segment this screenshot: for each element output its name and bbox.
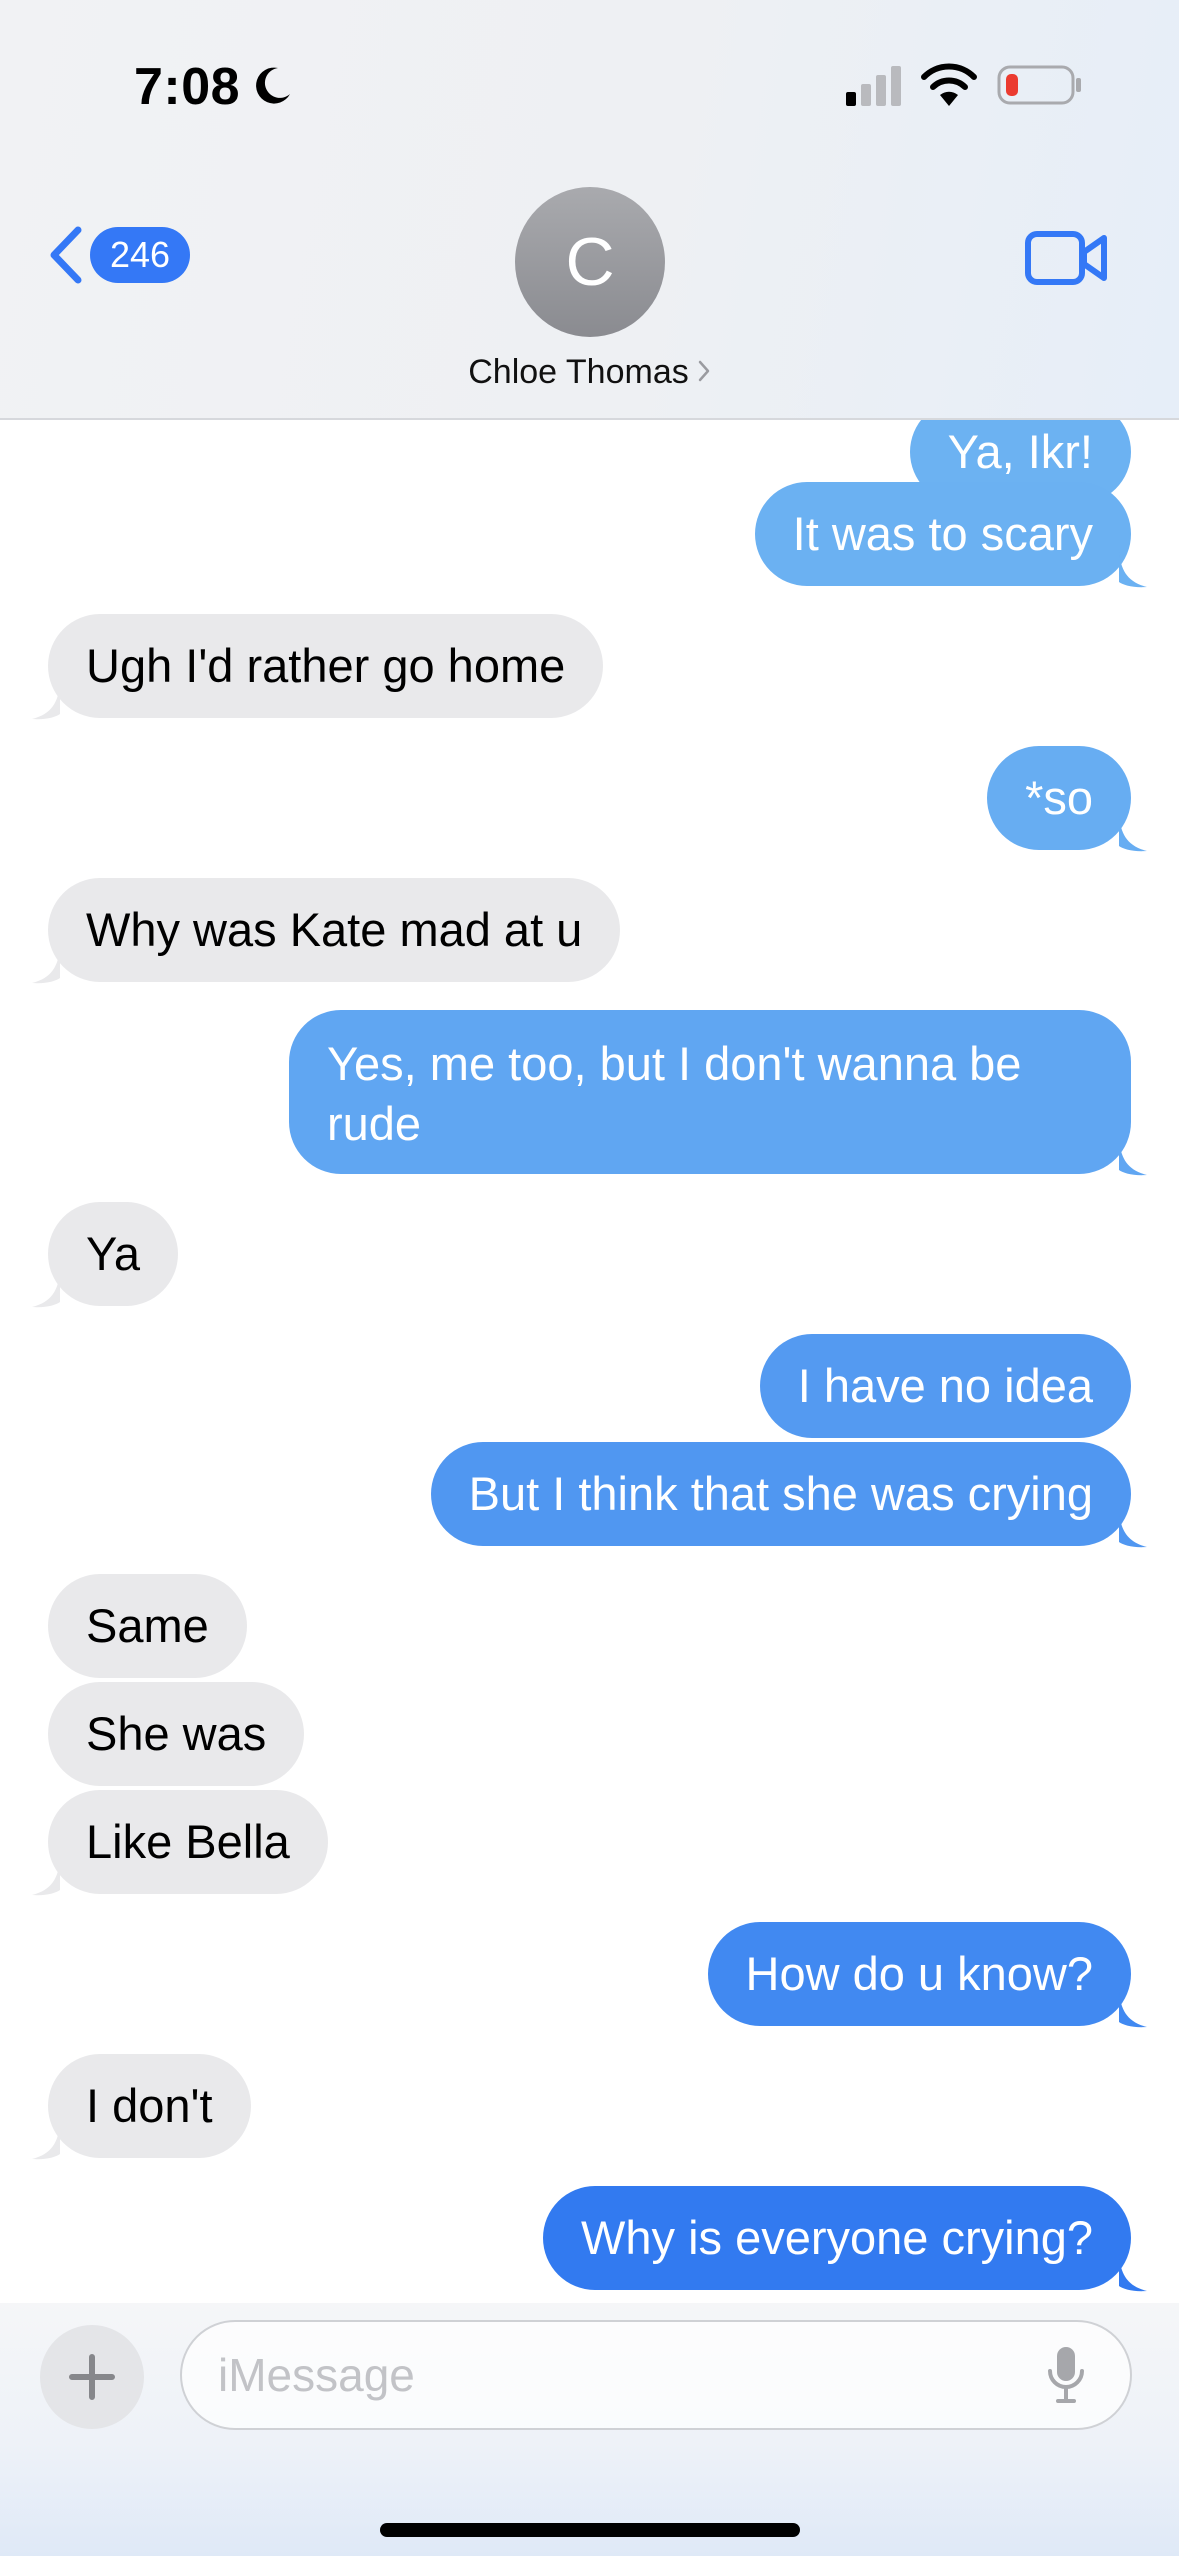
outgoing-message[interactable]: *so xyxy=(987,746,1147,852)
message-text: I have no idea xyxy=(797,1359,1093,1412)
microphone-icon[interactable] xyxy=(1046,2345,1086,2405)
bubble-tail xyxy=(32,684,60,720)
video-camera-icon[interactable] xyxy=(1024,228,1108,288)
bubble-tail xyxy=(1119,1992,1147,2028)
incoming-message[interactable]: Ya xyxy=(32,1202,178,1308)
message-text: Why was Kate mad at u xyxy=(86,903,583,956)
wifi-icon xyxy=(921,63,977,106)
message-text: Ya xyxy=(86,1227,140,1280)
outgoing-message[interactable]: It was to scary xyxy=(754,482,1147,588)
message-text: Why is everyone crying? xyxy=(581,2211,1093,2264)
bubble-tail xyxy=(32,2124,60,2160)
bubble-tail xyxy=(32,1272,60,1308)
composer-bar xyxy=(0,2303,1179,2556)
back-chevron-icon xyxy=(50,226,82,284)
message-text: She was xyxy=(86,1707,267,1760)
contact-avatar[interactable]: C xyxy=(515,187,665,337)
bubble-tail xyxy=(1119,1512,1147,1548)
incoming-message[interactable]: I don't xyxy=(32,2054,251,2160)
message-text: Same xyxy=(86,1599,209,1652)
conversation-header: 7:08 246 C Chloe Thomas xyxy=(0,0,1179,420)
message-text: Ugh I'd rather go home xyxy=(86,639,566,692)
bubble-tail xyxy=(1119,2256,1147,2292)
incoming-message[interactable]: Same xyxy=(48,1574,247,1678)
message-text: But I think that she was crying xyxy=(468,1467,1093,1520)
outgoing-message[interactable]: I have no idea xyxy=(759,1334,1131,1438)
incoming-message[interactable]: Like Bella xyxy=(32,1790,328,1896)
message-text: How do u know? xyxy=(745,1947,1093,2000)
contact-chevron-icon xyxy=(698,360,709,382)
outgoing-message[interactable]: Why is everyone crying? xyxy=(543,2186,1147,2292)
bubble-tail xyxy=(1119,1140,1147,1176)
bubble-tail xyxy=(32,1860,60,1896)
message-text: Like Bella xyxy=(86,1815,290,1868)
status-time: 7:08 xyxy=(134,58,241,116)
message-text: I don't xyxy=(86,2079,213,2132)
incoming-message[interactable]: Ugh I'd rather go home xyxy=(32,614,604,720)
moon-icon xyxy=(256,67,290,104)
contact-name: Chloe Thomas xyxy=(468,353,689,391)
message-text: Yes, me too, but I don't wanna be rude xyxy=(327,1037,1022,1150)
contact-name-button[interactable]: Chloe Thomas xyxy=(0,350,1179,394)
outgoing-message[interactable]: Yes, me too, but I don't wanna be rude xyxy=(289,1010,1147,1176)
incoming-message[interactable]: Why was Kate mad at u xyxy=(32,878,621,984)
message-text: *so xyxy=(1025,771,1093,824)
bubble-tail xyxy=(32,948,60,984)
bubble-tail xyxy=(1119,552,1147,588)
battery-low-icon xyxy=(997,65,1081,105)
message-text: Ya, Ikr! xyxy=(947,425,1093,478)
back-button[interactable]: 246 xyxy=(46,222,191,288)
incoming-message[interactable]: She was xyxy=(48,1682,305,1786)
unread-count-badge: 246 xyxy=(90,227,191,283)
bubble-tail xyxy=(1119,816,1147,852)
plus-icon xyxy=(69,2354,115,2400)
plus-button[interactable] xyxy=(40,2325,144,2429)
message-text: It was to scary xyxy=(792,507,1093,560)
outgoing-message[interactable]: But I think that she was crying xyxy=(430,1442,1147,1548)
cellular-signal-icon xyxy=(846,66,901,106)
home-indicator xyxy=(380,2523,800,2537)
outgoing-message[interactable]: How do u know? xyxy=(707,1922,1147,2028)
message-input[interactable] xyxy=(180,2320,1132,2430)
